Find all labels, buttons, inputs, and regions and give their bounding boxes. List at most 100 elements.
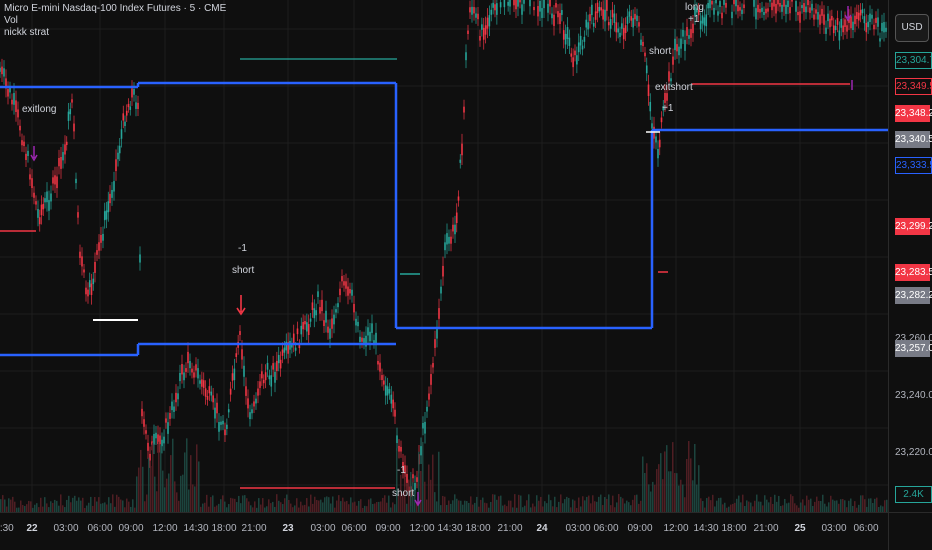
volume-bar [858,504,860,512]
candle-body [155,432,157,439]
volume-bar [234,498,236,512]
volume-bar [426,499,428,512]
candle-body [317,291,319,297]
candle-body [600,7,603,11]
candle-body [187,351,189,364]
volume-bar [832,499,834,512]
candle-body [660,117,663,123]
volume-bar [686,459,688,512]
candle-body [767,8,769,12]
candle-body [202,380,205,388]
candle-body [533,6,535,11]
candle-body [270,375,273,387]
volume-bar [800,502,802,512]
volume-bar [460,500,462,512]
volume-bar [824,503,826,512]
candle-body [233,368,236,381]
currency-button[interactable]: USD [895,14,929,42]
price-badge-1: 23,304.75 [895,52,932,69]
candle-body [309,318,312,322]
volume-bar [482,497,484,512]
time-tick: 09:00 [627,523,653,534]
volume-bar [152,442,154,512]
candle-body [44,198,46,203]
volume-bar [236,502,238,512]
volume-indicator-label[interactable]: Vol [4,15,226,27]
candle-body [353,303,355,313]
volume-bar [70,502,72,512]
candle-body [371,323,373,333]
strategy-label[interactable]: nickk strat [4,27,226,39]
candle-body [606,0,608,11]
volume-bar [474,502,476,512]
candle-body [201,379,203,387]
volume-bar [692,480,694,512]
candle-body [719,1,721,7]
volume-bar [680,479,682,512]
candle-body [638,22,640,27]
candle-body [482,27,485,40]
candle-body [432,363,434,368]
candle-body [686,27,688,36]
time-axis[interactable]: 1:302203:0006:0009:0012:0014:3018:0021:0… [0,512,888,550]
candle-body [345,281,347,289]
candle-body [725,2,727,8]
candle-body [289,340,291,350]
candle-body [827,13,829,22]
candle-body [634,13,636,20]
candle-body [539,0,541,12]
volume-bar [46,503,48,512]
candle-body [369,331,371,342]
volume-bar [612,495,614,512]
volume-bar [504,504,506,512]
candle-body [325,310,327,323]
volume-bar [172,438,174,512]
candle-body [7,89,9,97]
volume-bar [424,481,426,512]
candle-body [434,339,436,348]
volume-bar [178,500,180,512]
volume-bar [854,501,856,512]
volume-bar [724,502,726,512]
volume-bar [872,503,874,512]
volume-bar [10,499,12,512]
candle-body [807,0,809,6]
volume-bar [860,495,862,512]
candle-body [735,0,737,7]
candle-body [392,399,394,409]
volume-bar [222,495,224,512]
candle-body [484,25,487,35]
candle-body [294,347,297,351]
volume-bar [162,470,164,512]
candle-body [306,322,308,332]
candle-body [367,327,369,336]
volume-bar [778,495,780,512]
price-badge-3: 23,348.25 [895,105,932,122]
volume-bar [202,503,204,512]
time-tick: 09:00 [375,523,401,534]
axis-corner [888,512,932,550]
price-badge-8: 23,282.25 [895,287,932,304]
candle-body [613,13,616,23]
price-chart[interactable] [0,0,888,512]
volume-bar [204,502,206,512]
candle-body [670,78,672,82]
volume-bar [706,498,708,512]
candle-body [692,23,694,34]
price-axis[interactable] [888,0,932,512]
candle-body [739,7,741,11]
candle-body [867,21,869,28]
candle-body [733,0,735,5]
candle-body [811,3,813,11]
candle-body [210,391,213,396]
symbol-title[interactable]: Micro E-mini Nasdaq-100 Index Futures · … [4,3,226,15]
candle-body [235,353,238,357]
volume-bar [618,494,620,512]
candle-body [632,18,634,28]
volume-bar [670,471,672,512]
candle-body [479,35,481,41]
volume-bar [4,499,6,512]
volume-bar [336,500,338,512]
candle-body [111,189,113,198]
volume-bar [100,503,102,512]
